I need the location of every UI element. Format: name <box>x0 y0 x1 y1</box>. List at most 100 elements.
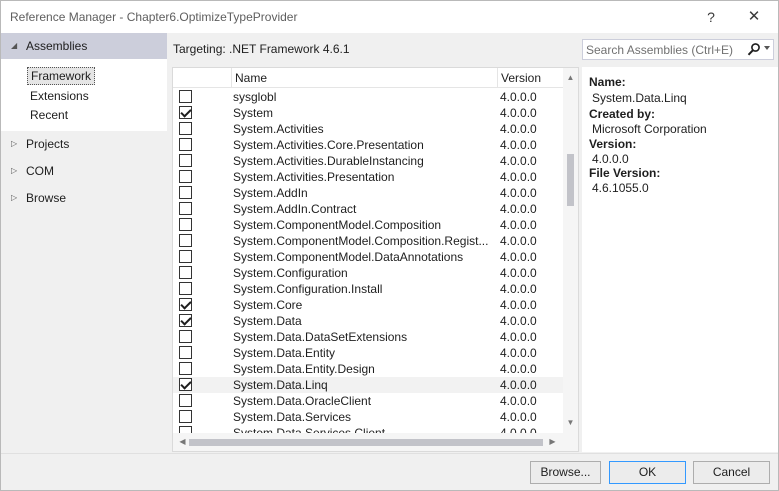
column-header-name[interactable]: Name <box>231 68 497 88</box>
assembly-rows: sysglobl 4.0.0.0 System 4.0.0.0 System.Activ… <box>173 89 563 433</box>
assembly-version: 4.0.0.0 <box>500 330 537 344</box>
list-header: Name Version <box>173 68 563 88</box>
scroll-left-arrow-icon[interactable]: ◀ <box>175 433 190 451</box>
search-icon[interactable] <box>747 42 761 57</box>
assembly-row[interactable]: System.ComponentModel.DataAnnotations 4.0… <box>173 249 563 265</box>
assembly-checkbox[interactable] <box>179 298 192 311</box>
assembly-version: 4.0.0.0 <box>500 234 537 248</box>
assembly-name: System.Data.DataSetExtensions <box>233 330 408 344</box>
assembly-checkbox[interactable] <box>179 410 192 423</box>
assembly-row[interactable]: System.Data.Entity.Design 4.0.0.0 <box>173 361 563 377</box>
detail-created-label: Created by: <box>589 107 656 121</box>
collapsed-triangle-icon[interactable]: ▷ <box>11 185 17 211</box>
nav-projects[interactable]: ▷ Projects <box>1 131 167 157</box>
assembly-row[interactable]: System.Data.OracleClient 4.0.0.0 <box>173 393 563 409</box>
assembly-version: 4.0.0.0 <box>500 170 537 184</box>
assembly-name: System.Configuration <box>233 266 348 280</box>
targeting-label: Targeting: .NET Framework 4.6.1 <box>173 42 350 56</box>
detail-name-value: System.Data.Linq <box>592 91 687 105</box>
nav-framework[interactable]: Framework <box>27 67 96 85</box>
assembly-row[interactable]: System.ComponentModel.Composition 4.0.0.0 <box>173 217 563 233</box>
collapsed-triangle-icon[interactable]: ▷ <box>11 131 17 157</box>
nav-recent[interactable]: Recent <box>27 106 71 124</box>
assembly-name: System.Data.Linq <box>233 378 328 392</box>
assembly-checkbox[interactable] <box>179 362 192 375</box>
search-options-dropdown-icon[interactable] <box>764 46 770 50</box>
assembly-checkbox[interactable] <box>179 106 192 119</box>
assembly-version: 4.0.0.0 <box>500 138 537 152</box>
assembly-row[interactable]: System.Data.DataSetExtensions 4.0.0.0 <box>173 329 563 345</box>
assembly-row[interactable]: System.Activities.Core.Presentation 4.0.0… <box>173 137 563 153</box>
nav-extensions[interactable]: Extensions <box>27 87 92 105</box>
help-button[interactable]: ? <box>697 6 725 28</box>
assembly-row[interactable]: System.Activities.Presentation 4.0.0.0 <box>173 169 563 185</box>
assembly-checkbox[interactable] <box>179 122 192 135</box>
assembly-row[interactable]: System.Activities 4.0.0.0 <box>173 121 563 137</box>
assembly-row[interactable]: System.AddIn 4.0.0.0 <box>173 185 563 201</box>
assembly-checkbox[interactable] <box>179 394 192 407</box>
assembly-version: 4.0.0.0 <box>500 218 537 232</box>
scroll-right-arrow-icon[interactable]: ▶ <box>545 433 560 451</box>
assembly-row[interactable]: sysglobl 4.0.0.0 <box>173 89 563 105</box>
vertical-scrollbar[interactable]: ▲ ▼ <box>563 68 578 433</box>
ok-button[interactable]: OK <box>609 461 686 484</box>
assembly-version: 4.0.0.0 <box>500 362 537 376</box>
assembly-name: System.Activities.Core.Presentation <box>233 138 424 152</box>
window-title: Reference Manager - Chapter6.OptimizeTyp… <box>10 10 298 24</box>
assembly-checkbox[interactable] <box>179 426 192 433</box>
assembly-row[interactable]: System.Data 4.0.0.0 <box>173 313 563 329</box>
search-box[interactable] <box>582 39 774 60</box>
assembly-row[interactable]: System.Configuration 4.0.0.0 <box>173 265 563 281</box>
assembly-checkbox[interactable] <box>179 186 192 199</box>
assembly-row[interactable]: System.Data.Entity 4.0.0.0 <box>173 345 563 361</box>
assembly-checkbox[interactable] <box>179 346 192 359</box>
horizontal-scroll-thumb[interactable] <box>189 439 543 446</box>
assembly-version: 4.0.0.0 <box>500 314 537 328</box>
assembly-checkbox[interactable] <box>179 202 192 215</box>
assembly-checkbox[interactable] <box>179 138 192 151</box>
search-input[interactable] <box>586 41 744 58</box>
assembly-row[interactable]: System.ComponentModel.Composition.Regist… <box>173 233 563 249</box>
nav-browse[interactable]: ▷ Browse <box>1 185 167 211</box>
assembly-checkbox[interactable] <box>179 234 192 247</box>
assembly-checkbox[interactable] <box>179 90 192 103</box>
assembly-checkbox[interactable] <box>179 218 192 231</box>
assembly-row[interactable]: System 4.0.0.0 <box>173 105 563 121</box>
assembly-name: System.Data.Entity.Design <box>233 362 375 376</box>
assembly-row[interactable]: System.Activities.DurableInstancing 4.0.0… <box>173 153 563 169</box>
assembly-checkbox[interactable] <box>179 378 192 391</box>
column-header-version[interactable]: Version <box>497 68 563 88</box>
assembly-name: System.Data.Entity <box>233 346 336 360</box>
assembly-version: 4.0.0.0 <box>500 90 537 104</box>
vertical-scroll-thumb[interactable] <box>567 154 574 206</box>
assembly-version: 4.0.0.0 <box>500 378 537 392</box>
close-button[interactable]: ✕ <box>740 6 768 28</box>
browse-button[interactable]: Browse... <box>530 461 601 484</box>
assembly-checkbox[interactable] <box>179 250 192 263</box>
collapsed-triangle-icon[interactable]: ▷ <box>11 158 17 184</box>
expanded-triangle-icon[interactable]: ◢ <box>11 33 17 59</box>
assembly-row[interactable]: System.Data.Services.Client 4.0.0.0 <box>173 425 563 433</box>
assembly-row[interactable]: System.Data.Linq 4.0.0.0 <box>173 377 563 393</box>
assembly-list: Name Version sysglobl 4.0.0.0 System 4.0.0.… <box>172 67 579 452</box>
assembly-checkbox[interactable] <box>179 266 192 279</box>
assembly-row[interactable]: System.Configuration.Install 4.0.0.0 <box>173 281 563 297</box>
assembly-checkbox[interactable] <box>179 330 192 343</box>
assembly-row[interactable]: System.AddIn.Contract 4.0.0.0 <box>173 201 563 217</box>
assembly-name: sysglobl <box>233 90 277 104</box>
nav-com[interactable]: ▷ COM <box>1 158 167 184</box>
assembly-row[interactable]: System.Data.Services 4.0.0.0 <box>173 409 563 425</box>
assembly-checkbox[interactable] <box>179 282 192 295</box>
assembly-name: System.Configuration.Install <box>233 282 383 296</box>
assembly-checkbox[interactable] <box>179 154 192 167</box>
assembly-checkbox[interactable] <box>179 170 192 183</box>
assembly-checkbox[interactable] <box>179 314 192 327</box>
assembly-row[interactable]: System.Core 4.0.0.0 <box>173 297 563 313</box>
nav-assemblies[interactable]: ◢ Assemblies <box>1 33 167 59</box>
detail-name-label: Name: <box>589 75 626 89</box>
horizontal-scrollbar[interactable]: ◀ ▶ <box>173 433 578 451</box>
scroll-down-arrow-icon[interactable]: ▼ <box>563 415 578 430</box>
cancel-button[interactable]: Cancel <box>693 461 770 484</box>
scroll-up-arrow-icon[interactable]: ▲ <box>563 70 578 85</box>
detail-file-version-value: 4.6.1055.0 <box>592 181 649 195</box>
